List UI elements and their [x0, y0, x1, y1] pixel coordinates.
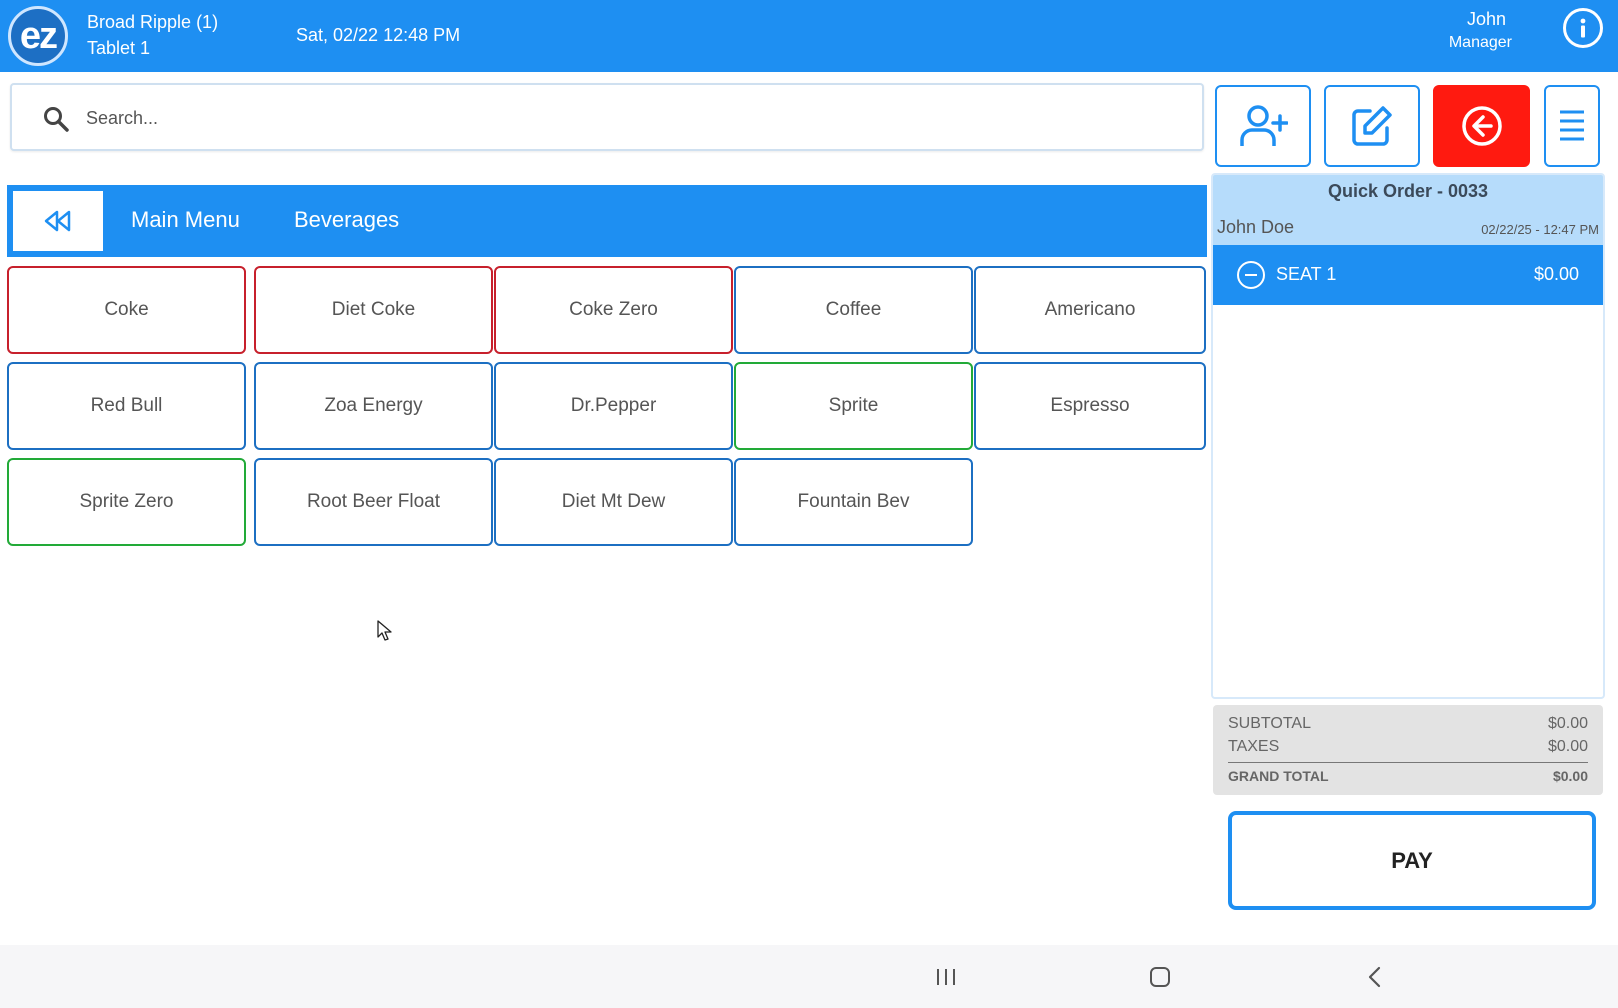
menu-item-americano[interactable]: Americano — [974, 266, 1206, 354]
back-button[interactable] — [1345, 945, 1405, 1008]
grand-total-row: GRAND TOTAL $0.00 — [1228, 762, 1588, 788]
pay-button[interactable]: PAY — [1228, 811, 1596, 910]
app-header: ez Broad Ripple (1) Tablet 1 Sat, 02/22 … — [0, 0, 1618, 72]
info-icon[interactable] — [1563, 8, 1603, 48]
edit-icon — [1352, 106, 1392, 146]
seat-row[interactable]: SEAT 1 $0.00 — [1213, 245, 1603, 305]
category-bar: Main Menu Beverages — [7, 185, 1207, 257]
add-user-icon — [1240, 105, 1288, 146]
breadcrumb-beverages[interactable]: Beverages — [294, 207, 399, 233]
order-panel: Quick Order - 0033 John Doe 02/22/25 - 1… — [1211, 173, 1605, 699]
recent-apps-icon — [937, 968, 955, 985]
menu-item-zoa-energy[interactable]: Zoa Energy — [254, 362, 493, 450]
taxes-label: TAXES — [1228, 738, 1280, 755]
menu-button[interactable] — [1544, 85, 1600, 167]
add-customer-button[interactable] — [1215, 85, 1311, 167]
subtotal-label: SUBTOTAL — [1228, 715, 1311, 732]
menu-item-coffee[interactable]: Coffee — [734, 266, 973, 354]
menu-item-red-bull[interactable]: Red Bull — [7, 362, 246, 450]
device-name: Tablet 1 — [87, 38, 151, 58]
minus-circle-icon[interactable] — [1237, 261, 1265, 289]
menu-item-diet-coke[interactable]: Diet Coke — [254, 266, 493, 354]
search-icon — [44, 107, 69, 132]
home-button[interactable] — [1130, 945, 1190, 1008]
menu-item-sprite-zero[interactable]: Sprite Zero — [7, 458, 246, 546]
menu-item-dr-pepper[interactable]: Dr.Pepper — [494, 362, 733, 450]
home-icon — [1150, 966, 1170, 987]
header-datetime: Sat, 02/22 12:48 PM — [296, 25, 461, 45]
menu-item-coke-zero[interactable]: Coke Zero — [494, 266, 733, 354]
taxes-row: TAXES $0.00 — [1228, 738, 1588, 761]
search-input[interactable] — [86, 99, 1186, 137]
grand-total-label: GRAND TOTAL — [1228, 768, 1329, 784]
menu-item-coke[interactable]: Coke — [7, 266, 246, 354]
breadcrumb-main-menu[interactable]: Main Menu — [131, 207, 240, 233]
exit-order-button[interactable] — [1433, 85, 1530, 167]
back-arrow-icon — [1461, 106, 1502, 146]
user-name[interactable]: John — [1467, 9, 1506, 30]
store-name: Broad Ripple (1) — [87, 12, 219, 32]
order-header: Quick Order - 0033 John Doe 02/22/25 - 1… — [1213, 175, 1603, 245]
order-totals: SUBTOTAL $0.00 TAXES $0.00 GRAND TOTAL $… — [1213, 705, 1603, 795]
hamburger-menu-icon — [1560, 110, 1584, 141]
menu-item-root-beer-float[interactable]: Root Beer Float — [254, 458, 493, 546]
subtotal-row: SUBTOTAL $0.00 — [1228, 715, 1588, 738]
subtotal-value: $0.00 — [1547, 715, 1588, 732]
menu-item-diet-mt-dew[interactable]: Diet Mt Dew — [494, 458, 733, 546]
search-bar[interactable] — [10, 83, 1204, 151]
user-role: Manager — [1448, 34, 1512, 51]
order-timestamp: 02/22/25 - 12:47 PM — [1481, 222, 1599, 237]
customer-name[interactable]: John Doe — [1217, 217, 1294, 238]
grand-total-value: $0.00 — [1552, 768, 1588, 784]
double-chevron-left-icon — [44, 210, 71, 232]
seat-label: SEAT 1 — [1276, 264, 1337, 284]
taxes-value: $0.00 — [1547, 738, 1588, 755]
menu-item-espresso[interactable]: Espresso — [974, 362, 1206, 450]
order-title: Quick Order - 0033 — [1327, 181, 1489, 201]
system-nav-bar — [0, 945, 1618, 1008]
recent-apps-button[interactable] — [916, 945, 976, 1008]
ez-logo: ez — [8, 6, 68, 66]
mouse-cursor-icon — [377, 620, 392, 641]
seat-amount: $0.00 — [1533, 264, 1579, 284]
back-chevron-icon — [1368, 966, 1381, 987]
menu-item-fountain-bev[interactable]: Fountain Bev — [734, 458, 973, 546]
edit-order-button[interactable] — [1324, 85, 1420, 167]
category-back-button[interactable] — [13, 191, 103, 251]
menu-item-sprite[interactable]: Sprite — [734, 362, 973, 450]
